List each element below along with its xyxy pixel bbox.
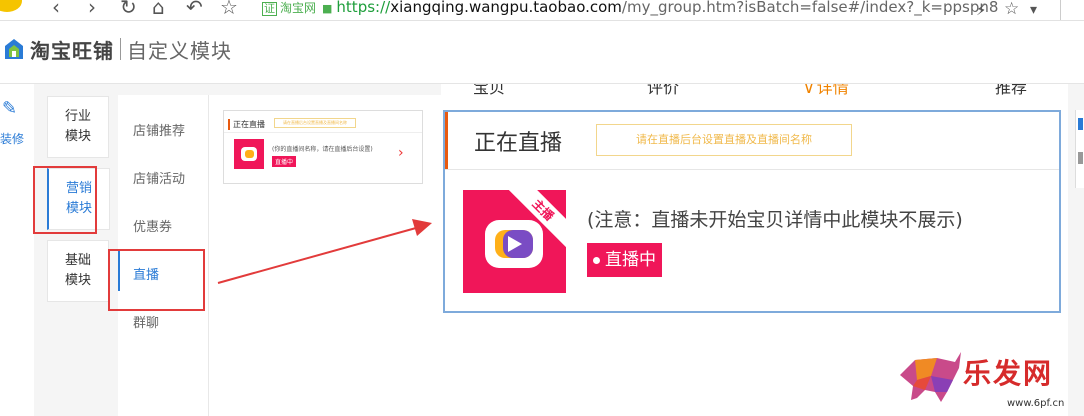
watermark-url: www.6pf.cn <box>1007 398 1065 409</box>
watermark-text: 乐发网 <box>963 357 1054 390</box>
bull-logo-icon <box>900 352 961 402</box>
watermark: 乐发网 www.6pf.cn <box>895 348 1084 416</box>
